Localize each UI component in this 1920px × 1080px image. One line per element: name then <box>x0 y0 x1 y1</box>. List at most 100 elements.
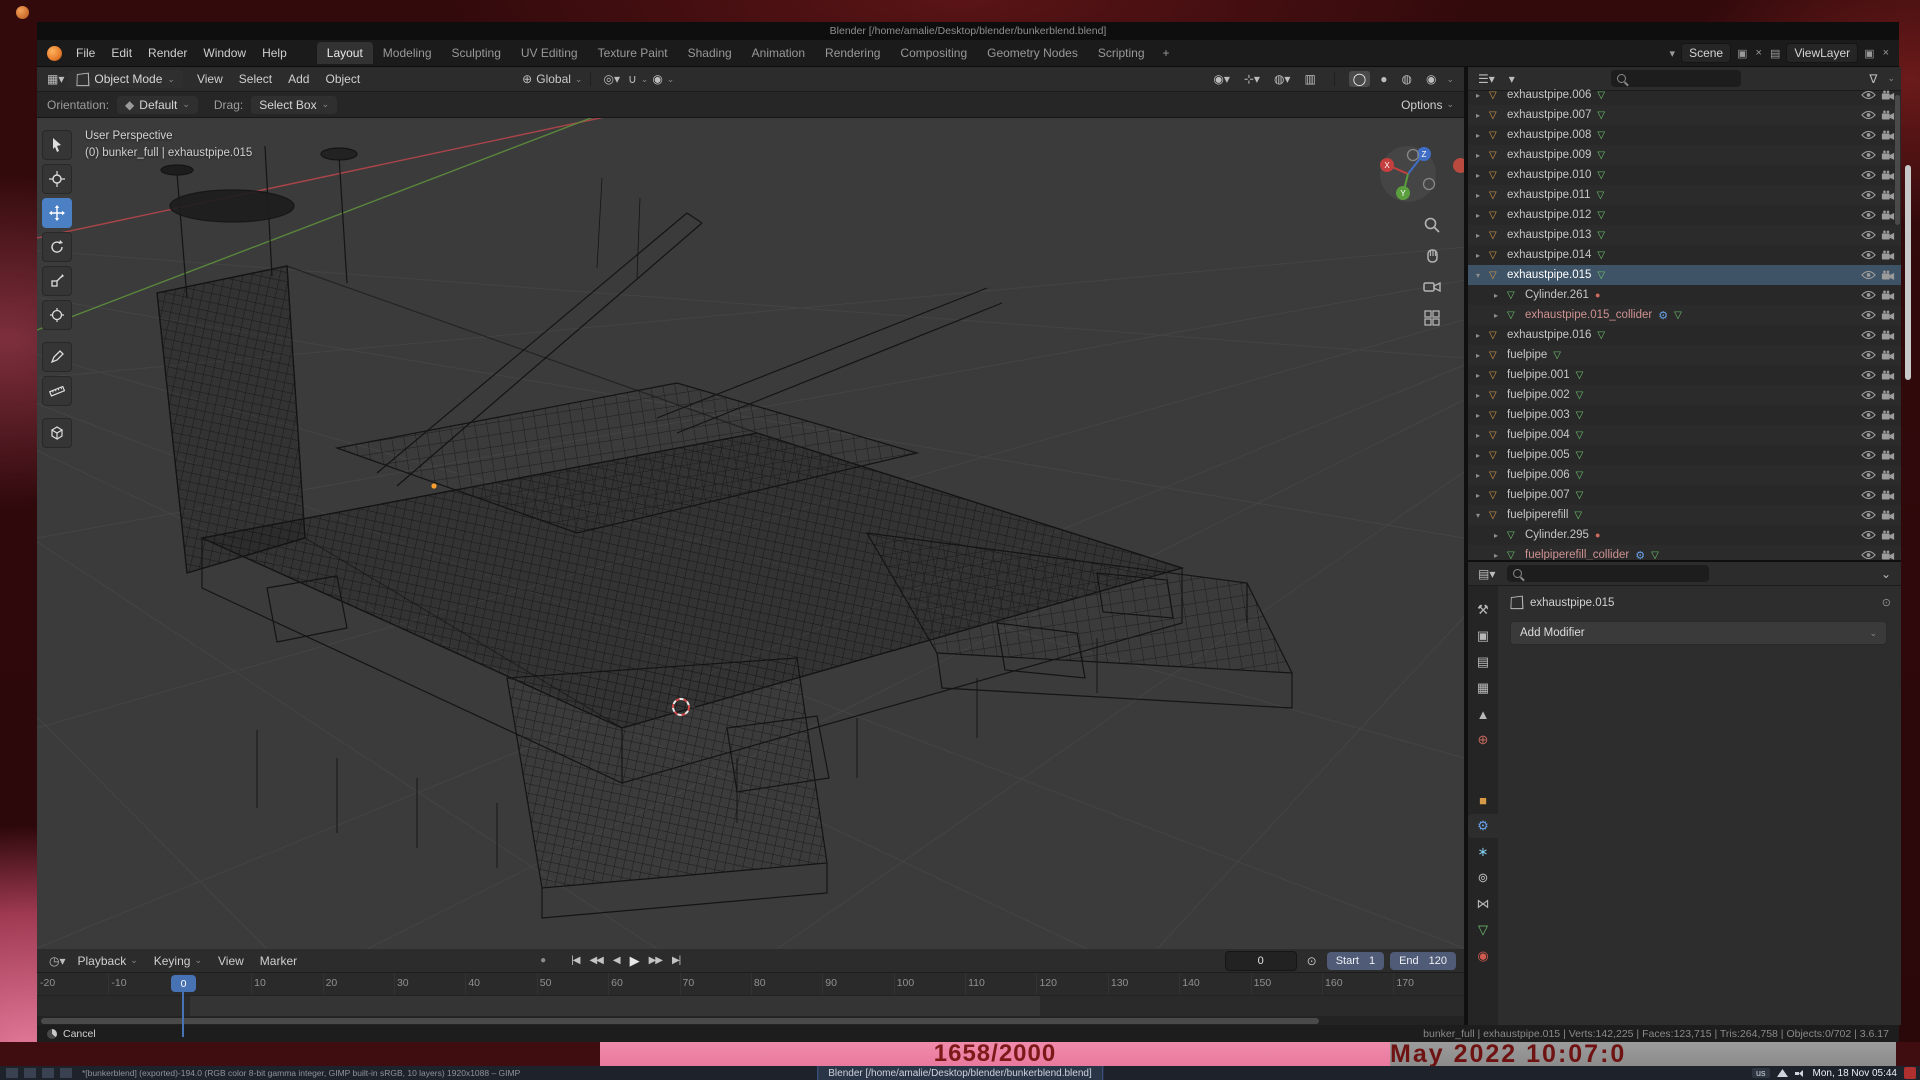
properties-tab[interactable]: ■ <box>1468 788 1498 812</box>
disable-in-renders-toggle[interactable] <box>1878 490 1897 501</box>
timeline-track[interactable] <box>37 996 1464 1016</box>
remove-viewlayer-icon[interactable]: × <box>1881 47 1891 59</box>
hide-in-viewport-toggle[interactable] <box>1859 490 1878 500</box>
outliner-row[interactable]: ▸ ▽ exhaustpipe.012 ● ⚙ ▽ <box>1468 205 1901 225</box>
hide-in-viewport-toggle[interactable] <box>1859 170 1878 180</box>
expand-arrow-icon[interactable]: ▸ <box>1476 411 1489 420</box>
outliner-row[interactable]: ▸ ▽ fuelpipe.006 ● ⚙ ▽ <box>1468 465 1901 485</box>
workspace-tab[interactable]: Layout <box>317 42 373 64</box>
hide-in-viewport-toggle[interactable] <box>1859 110 1878 120</box>
timeline-editor-type-icon[interactable]: ◷▾ <box>45 953 70 969</box>
object-name[interactable]: fuelpipe <box>1507 349 1547 361</box>
viewport-menu-item[interactable]: View <box>189 70 231 88</box>
hide-in-viewport-toggle[interactable] <box>1859 550 1878 560</box>
workspace-tab[interactable]: Modeling <box>373 42 442 64</box>
new-scene-icon[interactable]: ▣ <box>1735 47 1749 60</box>
properties-tab[interactable]: ⊕ <box>1468 728 1498 752</box>
outliner-row[interactable]: ▸ ▽ exhaustpipe.011 ● ⚙ ▽ <box>1468 185 1901 205</box>
hide-in-viewport-toggle[interactable] <box>1859 190 1878 200</box>
hide-in-viewport-toggle[interactable] <box>1859 150 1878 160</box>
add-modifier-button[interactable]: Add Modifier ⌄ <box>1510 621 1887 645</box>
outliner-row[interactable]: ▸ ▽ fuelpipe ● ⚙ ▽ <box>1468 345 1901 365</box>
notification-icon[interactable] <box>1904 1067 1916 1079</box>
filter-funnel-icon[interactable]: ∇ <box>1865 71 1881 87</box>
properties-search[interactable] <box>1507 565 1709 582</box>
object-name[interactable]: exhaustpipe.006 <box>1507 89 1591 101</box>
outliner-row[interactable]: ▸ ▽ exhaustpipe.006 ● ⚙ ▽ <box>1468 85 1901 105</box>
outliner-row[interactable]: ▸ ▽ Cylinder.261 ● ⚙ ▽ <box>1468 285 1901 305</box>
expand-arrow-icon[interactable]: ▸ <box>1476 371 1489 380</box>
expand-arrow-icon[interactable]: ▸ <box>1476 131 1489 140</box>
outliner-editor-type-icon[interactable]: ☰▾ <box>1474 71 1499 87</box>
outliner-row[interactable]: ▸ ▽ fuelpipe.002 ● ⚙ ▽ <box>1468 385 1901 405</box>
cursor-tool[interactable] <box>42 164 72 194</box>
taskbar-blender-entry[interactable]: Blender [/home/amalie/Desktop/blender/bu… <box>817 1066 1103 1080</box>
workspace-tab[interactable]: Compositing <box>890 42 977 64</box>
object-name[interactable]: fuelpipe.004 <box>1507 429 1570 441</box>
hide-in-viewport-toggle[interactable] <box>1859 270 1878 280</box>
hide-in-viewport-toggle[interactable] <box>1859 210 1878 220</box>
browse-scene-icon[interactable]: ▾ <box>1668 47 1678 60</box>
properties-tab[interactable]: ▣ <box>1468 624 1498 648</box>
chevron-down-icon[interactable]: ⌄ <box>1446 99 1454 110</box>
taskbar-icon[interactable] <box>42 1068 54 1078</box>
play-reverse-button[interactable]: ◀ <box>613 955 620 966</box>
orthographic-grid-icon[interactable] <box>1421 307 1443 329</box>
outliner-search[interactable] <box>1611 70 1741 87</box>
workspace-tab[interactable]: Sculpting <box>442 42 511 64</box>
workspace-tab[interactable]: Texture Paint <box>588 42 678 64</box>
chevron-down-icon[interactable]: ⌄ <box>641 74 649 85</box>
viewport-menu-item[interactable]: Object <box>317 70 368 88</box>
object-name[interactable]: fuelpipe.001 <box>1507 369 1570 381</box>
viewport-menu-item[interactable]: Add <box>280 70 317 88</box>
outliner-row[interactable]: ▸ ▽ fuelpipe.001 ● ⚙ ▽ <box>1468 365 1901 385</box>
disable-in-renders-toggle[interactable] <box>1878 290 1897 301</box>
transform-tool[interactable] <box>42 300 72 330</box>
annotate-tool[interactable] <box>42 342 72 372</box>
unlink-scene-icon[interactable]: × <box>1754 47 1764 59</box>
timeline-menu-item[interactable]: Marker⌄ <box>252 952 305 970</box>
expand-arrow-icon[interactable]: ▸ <box>1476 151 1489 160</box>
measure-tool[interactable] <box>42 376 72 406</box>
visibility-toggle-icon[interactable]: ◉▾ <box>1209 71 1234 87</box>
timeline-menu-item[interactable]: Playback⌄ <box>70 952 146 970</box>
hide-in-viewport-toggle[interactable] <box>1859 430 1878 440</box>
outliner-row[interactable]: ▸ ▽ exhaustpipe.013 ● ⚙ ▽ <box>1468 225 1901 245</box>
properties-filter-icon[interactable]: ⌄ <box>1877 566 1895 582</box>
workspace-tab[interactable]: Shading <box>678 42 742 64</box>
drag-dropdown[interactable]: Select Box ⌄ <box>251 96 337 114</box>
topbar-menu-item[interactable]: Window <box>195 44 254 62</box>
expand-arrow-icon[interactable]: ▸ <box>1476 451 1489 460</box>
disable-in-renders-toggle[interactable] <box>1878 250 1897 261</box>
playhead[interactable]: 0 <box>171 975 196 992</box>
expand-arrow-icon[interactable]: ▸ <box>1494 291 1507 300</box>
add-workspace-button[interactable]: + <box>1155 42 1178 64</box>
hide-in-viewport-toggle[interactable] <box>1859 230 1878 240</box>
expand-arrow-icon[interactable]: ▸ <box>1494 311 1507 320</box>
outliner-display-mode-icon[interactable]: ▾ <box>1505 71 1519 87</box>
pivot-point-icon[interactable]: ◎▾ <box>599 71 624 87</box>
shading-wireframe-button[interactable]: ◯ <box>1349 71 1370 87</box>
new-viewlayer-icon[interactable]: ▣ <box>1862 47 1876 60</box>
object-name[interactable]: exhaustpipe.011 <box>1507 189 1591 201</box>
pin-icon[interactable]: ⊙ <box>1882 596 1891 609</box>
object-name[interactable]: exhaustpipe.014 <box>1507 249 1591 261</box>
disable-in-renders-toggle[interactable] <box>1878 270 1897 281</box>
autokey-toggle[interactable]: ● <box>540 955 545 966</box>
object-name[interactable]: exhaustpipe.015 <box>1507 269 1591 281</box>
next-keyframe-button[interactable]: ▶▶ <box>649 955 662 966</box>
expand-arrow-icon[interactable]: ▸ <box>1476 351 1489 360</box>
viewlayer-selector[interactable]: ViewLayer <box>1786 43 1858 63</box>
prev-keyframe-button[interactable]: ◀◀ <box>589 955 602 966</box>
outliner-search-input[interactable] <box>1631 72 1725 86</box>
expand-arrow-icon[interactable]: ▸ <box>1476 171 1489 180</box>
properties-editor-type-icon[interactable]: ▤▾ <box>1474 566 1499 582</box>
object-name[interactable]: fuelpiperefill_collider <box>1525 549 1629 560</box>
jump-to-end-button[interactable]: ▶| <box>672 955 680 966</box>
properties-tab[interactable]: ⚙ <box>1468 814 1498 838</box>
timeline-menu-item[interactable]: View⌄ <box>210 952 252 970</box>
object-name[interactable]: exhaustpipe.013 <box>1507 229 1591 241</box>
snap-magnet-icon[interactable]: ∪ <box>624 71 641 87</box>
outliner-scrollbar[interactable] <box>1895 95 1900 225</box>
taskbar-icon[interactable] <box>60 1068 72 1078</box>
